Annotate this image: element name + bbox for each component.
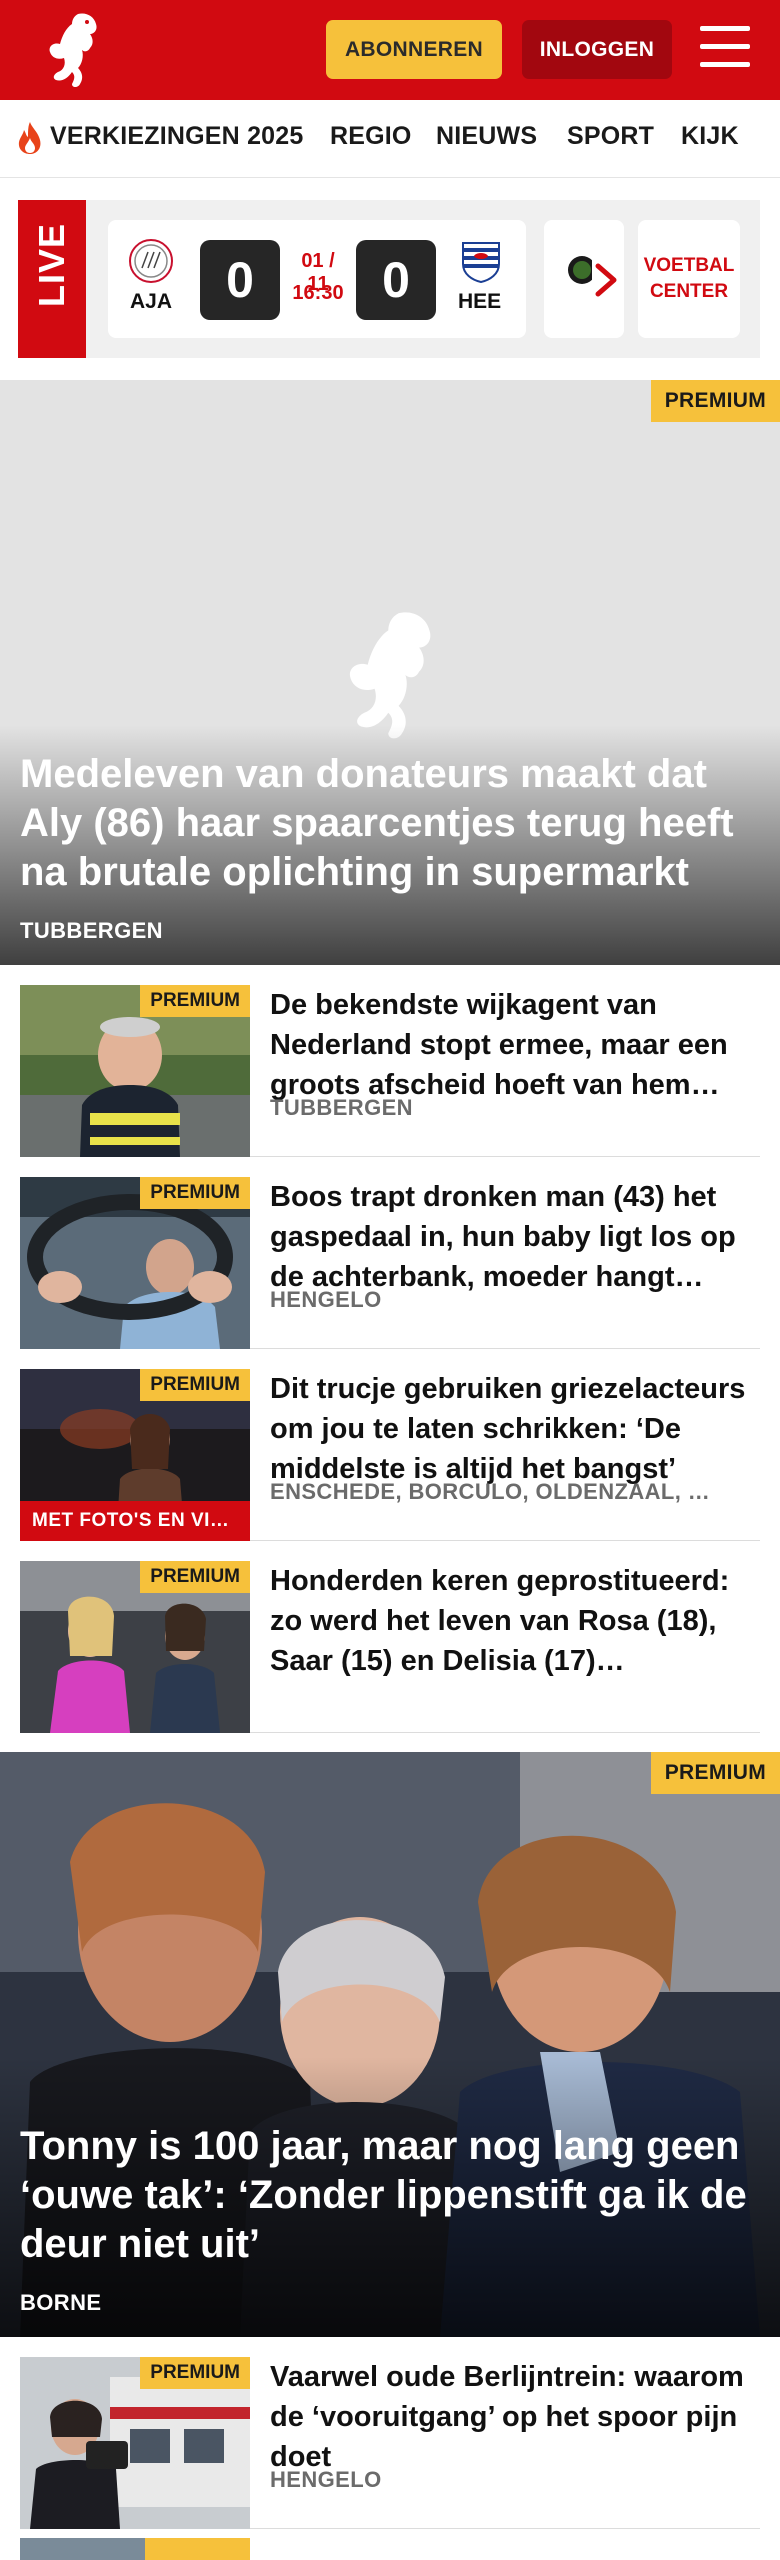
live-tab[interactable]: LIVE: [18, 200, 86, 358]
list-item[interactable]: PREMIUM Boos trapt dronken man (43) het …: [20, 1157, 760, 1349]
premium-badge-partial: [145, 2538, 250, 2560]
article-thumbnail[interactable]: PREMIUM: [20, 2357, 250, 2529]
list-item[interactable]: PREMIUM MET FOTO'S EN VI… Dit trucje geb…: [20, 1349, 760, 1541]
hero-location: BORNE: [20, 2290, 102, 2315]
nav-item-nieuws[interactable]: NIEUWS: [436, 122, 537, 151]
home-team-abbr: AJA: [130, 290, 173, 313]
premium-badge: PREMIUM: [650, 1752, 780, 1794]
list-item[interactable]: PREMIUM De bekendste wijkagent van Neder…: [20, 965, 760, 1157]
article-location: ENSCHEDE, BORCULO, OLDENZAAL, …: [270, 1479, 711, 1504]
article-thumbnail[interactable]: PREMIUM: [20, 985, 250, 1157]
article-thumbnail[interactable]: PREMIUM: [20, 1177, 250, 1349]
nav-item-verkiezingen[interactable]: VERKIEZINGEN 2025: [50, 122, 304, 151]
premium-badge: PREMIUM: [140, 985, 250, 1017]
premium-badge: PREMIUM: [140, 1369, 250, 1401]
top-header: ABONNEREN INLOGGEN: [0, 0, 780, 100]
hero-title[interactable]: Medeleven van donateurs maakt dat Aly (8…: [20, 750, 764, 897]
media-caption: MET FOTO'S EN VI…: [20, 1501, 250, 1541]
list-item[interactable]: PREMIUM Vaarwel oude Berlijntrein: waaro…: [20, 2337, 760, 2529]
article-thumbnail[interactable]: PREMIUM: [20, 1561, 250, 1733]
nav-item-kijk[interactable]: KIJK: [681, 122, 739, 151]
flame-icon: [18, 122, 41, 154]
match-time: 16:30: [292, 282, 344, 304]
hero-article-1[interactable]: PREMIUM Medeleven van donateurs maakt da…: [0, 380, 780, 965]
chevron-right-icon[interactable]: [588, 260, 624, 300]
match-card[interactable]: AJA 0 01 / 11 16:30 0 HEE: [108, 220, 526, 338]
hamburger-menu-icon[interactable]: [700, 26, 750, 72]
nav-item-regio[interactable]: REGIO: [330, 122, 412, 151]
article-title[interactable]: Dit trucje gebruiken griezelac­teurs om …: [270, 1369, 760, 1489]
article-thumbnail[interactable]: PREMIUM MET FOTO'S EN VI…: [20, 1369, 250, 1541]
premium-badge: PREMIUM: [650, 380, 780, 422]
tubantia-horse-logo[interactable]: [38, 8, 108, 92]
live-label: LIVE: [31, 222, 72, 307]
live-scores-bar: LIVE AJA 0 01 / 11 16:30 0 HEE VOETBAL C…: [18, 200, 760, 358]
article-title[interactable]: De bekendste wijkagent van Nederland sto…: [270, 985, 760, 1105]
hero-location: TUBBERGEN: [20, 918, 163, 943]
hero-article-2[interactable]: PREMIUM Tonny is 100 jaar, maar nog lang…: [0, 1752, 780, 2337]
article-location: HENGELO: [270, 1287, 382, 1312]
hero-title[interactable]: Tonny is 100 jaar, maar nog lang geen ‘o…: [20, 2122, 764, 2269]
article-title[interactable]: Vaarwel oude Berlijntrein: waarom de ‘vo…: [270, 2357, 760, 2477]
subscribe-button[interactable]: ABONNEREN: [326, 20, 502, 79]
article-title[interactable]: Honderden keren geprostitueerd: zo werd …: [270, 1561, 760, 1681]
list-item[interactable]: PREMIUM Honderden keren geprostitueerd: …: [20, 1541, 760, 1733]
home-score: 0: [200, 240, 280, 320]
premium-badge: PREMIUM: [140, 1177, 250, 1209]
premium-badge: PREMIUM: [140, 2357, 250, 2389]
list-item-partial[interactable]: [20, 2538, 760, 2560]
voetbal-center-button[interactable]: VOETBAL CENTER: [638, 220, 740, 338]
nav-item-sport[interactable]: SPORT: [567, 122, 654, 151]
article-location: HENGELO: [270, 2467, 382, 2492]
main-nav: VERKIEZINGEN 2025 REGIO NIEUWS SPORT KIJ…: [0, 100, 780, 178]
heerenveen-club-logo: [462, 242, 500, 284]
article-location: TUBBERGEN: [270, 1095, 413, 1120]
away-team-abbr: HEE: [458, 290, 502, 313]
ajax-club-logo: [129, 239, 173, 283]
premium-badge: PREMIUM: [140, 1561, 250, 1593]
article-title[interactable]: Boos trapt dronken man (43) het gaspedaa…: [270, 1177, 760, 1297]
login-button[interactable]: INLOGGEN: [522, 20, 672, 79]
away-score: 0: [356, 240, 436, 320]
